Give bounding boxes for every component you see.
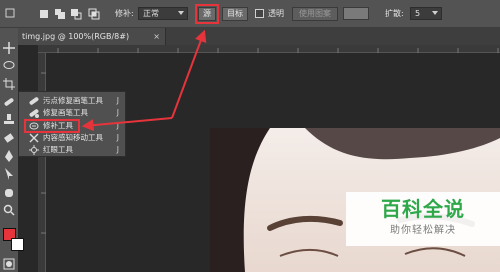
annotation-arrows	[81, 29, 207, 132]
arrow-to-source-button	[171, 29, 207, 119]
arrow-to-patch-tool	[81, 117, 173, 132]
